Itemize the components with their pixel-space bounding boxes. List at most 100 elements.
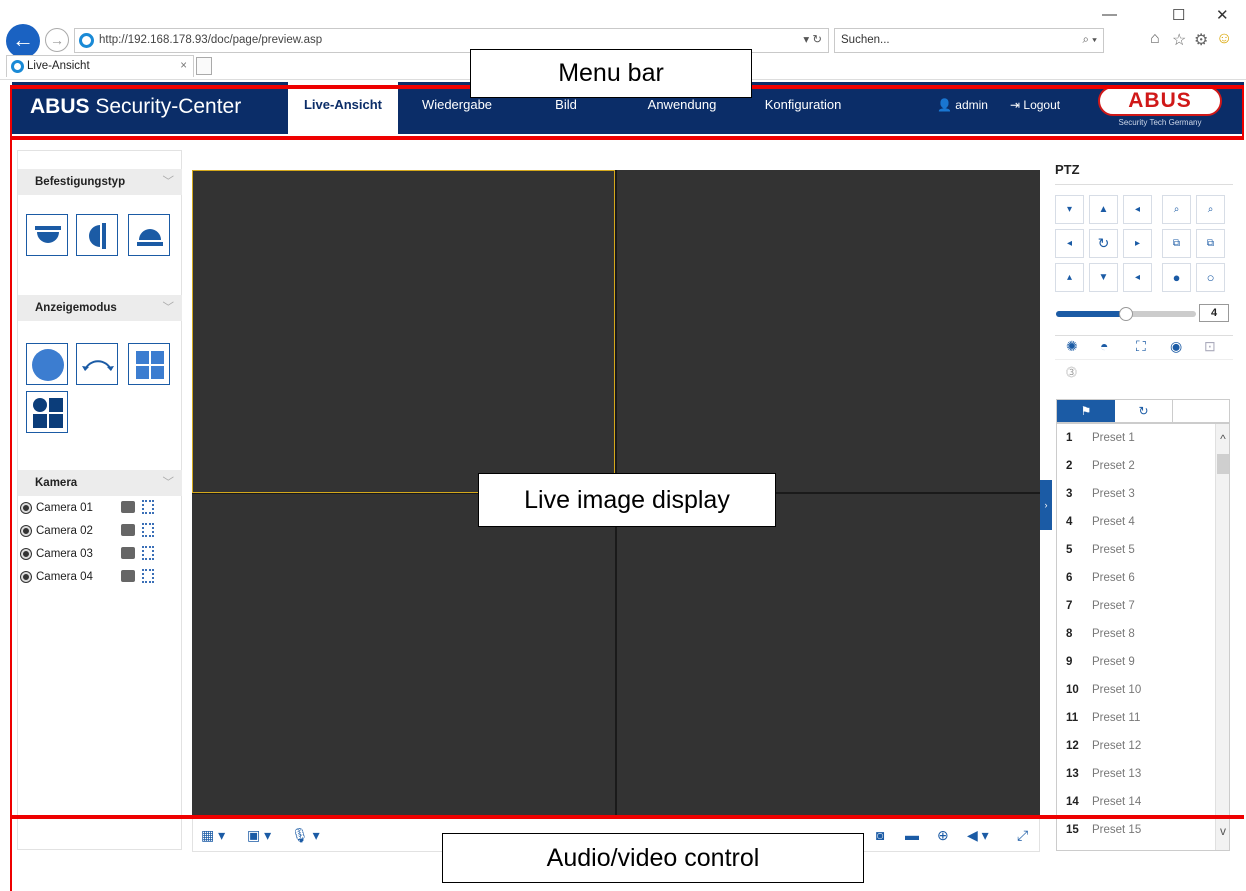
smiley-icon[interactable]: ☺ [1216,30,1232,48]
snapshot-camera-icon[interactable]: ◙ [876,827,884,843]
preset-item[interactable]: 2 Preset 2 [1057,452,1215,480]
ptz-speed-slider[interactable] [1056,307,1196,321]
preset-item[interactable]: 10 Preset 10 [1057,676,1215,704]
favorites-star-icon[interactable]: ☆ [1172,30,1186,50]
stream-settings-icon[interactable] [142,523,154,537]
video-pane-4[interactable] [617,494,1040,816]
scroll-up-icon[interactable]: ^ [1217,432,1229,446]
home-icon[interactable]: ⌂ [1150,30,1160,48]
digital-zoom-icon[interactable]: ⊕ [937,827,949,844]
preset-item[interactable]: 9 Preset 9 [1057,648,1215,676]
wall-mount-button[interactable] [76,214,118,256]
forward-arrow-icon[interactable]: → [45,28,69,52]
ptz-speed-knob[interactable] [1119,307,1133,321]
record-video-icon[interactable]: ▬ [905,827,919,843]
window-layout-icon[interactable]: ▦ ▾ [201,827,225,844]
iris-open-icon[interactable]: ● [1162,263,1191,292]
stream-settings-icon[interactable] [142,546,154,560]
preset-item[interactable]: 4 Preset 4 [1057,508,1215,536]
camera-item[interactable]: Camera 04 [18,566,182,588]
preset-item[interactable]: 3 Preset 3 [1057,480,1215,508]
scroll-down-icon[interactable]: v [1217,824,1229,838]
preset-item[interactable]: 13 Preset 13 [1057,760,1215,788]
browser-tab[interactable]: Live-Ansicht × [6,55,194,77]
ptz-down-right-button[interactable]: ◂ [1123,263,1152,292]
lens-init-icon[interactable]: ◉ [1170,338,1182,355]
video-pane-2[interactable] [617,170,1040,492]
ptz-up-button[interactable]: ▲ [1089,195,1118,224]
desk-mount-button[interactable] [128,214,170,256]
maximize-icon[interactable]: ☐ [1172,6,1185,24]
camera-item[interactable]: Camera 03 [18,543,182,565]
microphone-icon[interactable]: 🎙 ▾ [291,827,320,844]
refresh-icon[interactable]: ▾ ↻ [803,29,822,52]
ptz-auto-rotate-icon[interactable]: ↻ [1089,229,1118,258]
address-url: http://192.168.178.93/doc/page/preview.a… [99,34,323,46]
camera-status-icon [21,572,31,582]
preset-item[interactable]: 6 Preset 6 [1057,564,1215,592]
scroll-thumb[interactable] [1217,454,1229,474]
camera-header[interactable]: Kamera ﹀ [18,470,182,496]
display-mode-header[interactable]: Anzeigemodus ﹀ [18,295,182,321]
preset-item[interactable]: 7 Preset 7 [1057,592,1215,620]
stream-settings-icon[interactable] [142,500,154,514]
ptz-left-button[interactable]: ◂ [1055,229,1084,258]
ie-icon [11,60,24,73]
close-window-icon[interactable]: ✕ [1216,6,1229,24]
record-icon[interactable] [121,547,135,559]
stream-settings-icon[interactable] [142,569,154,583]
video-pane-1[interactable] [192,170,615,493]
new-tab-icon[interactable] [196,57,212,75]
mount-type-header[interactable]: Befestigungstyp ﹀ [18,169,182,195]
collapse-ptz-handle[interactable]: › [1040,480,1052,530]
ptz-up-right-button[interactable]: ◂ [1123,195,1152,224]
record-icon[interactable] [121,570,135,582]
zoom-in-icon[interactable]: ⌕ [1196,195,1225,224]
audio-mute-icon[interactable]: ◀ ▾ [967,827,989,844]
record-icon[interactable] [121,501,135,513]
iris-close-icon[interactable]: ○ [1196,263,1225,292]
close-tab-icon[interactable]: × [180,56,187,76]
camera-item[interactable]: Camera 01 [18,497,182,519]
fisheye-circle-icon [32,349,64,381]
tab-presets[interactable]: ⚑ [1057,400,1115,422]
preset-scrollbar[interactable]: ^ v [1215,424,1229,850]
back-arrow-icon[interactable]: ← [6,24,40,58]
light-icon[interactable]: ✺ [1066,338,1078,355]
video-pane-3[interactable] [192,494,615,816]
tab-patrols[interactable]: ↻ [1115,400,1173,422]
zoom-out-icon[interactable]: ⌕ [1162,195,1191,224]
minimize-icon[interactable]: — [1102,6,1117,23]
quad-mode-button[interactable] [128,343,170,385]
fisheye-mode-button[interactable] [26,343,68,385]
focus-far-icon[interactable]: ⧉ [1196,229,1225,258]
focus-near-icon[interactable]: ⧉ [1162,229,1191,258]
stream-type-icon[interactable]: ▣ ▾ [247,827,271,844]
menu-live-view[interactable]: Live-Ansicht [288,82,398,134]
preset-item[interactable]: 14 Preset 14 [1057,788,1215,816]
search-input[interactable]: Suchen... ⌕ ▾ [834,28,1104,53]
preset-item[interactable]: 11 Preset 11 [1057,704,1215,732]
auxiliary-focus-icon[interactable]: ⛶ [1136,338,1146,355]
ptz-down-left-button[interactable]: ▴ [1055,263,1084,292]
ceiling-mount-button[interactable] [26,214,68,256]
preset-item[interactable]: 15 Preset 15 [1057,816,1215,844]
menu-configuration[interactable]: Konfiguration [749,82,857,134]
preset-item[interactable]: 5 Preset 5 [1057,536,1215,564]
fisheye-quad-mode-button[interactable] [26,391,68,433]
manual-tracking-icon[interactable]: ⊡ [1204,338,1216,355]
record-icon[interactable] [121,524,135,536]
search-icon[interactable]: ⌕ ▾ [1083,29,1097,52]
settings-gear-icon[interactable]: ⚙ [1194,30,1208,50]
3d-zoom-icon[interactable]: ⓷ [1066,364,1077,380]
fullscreen-icon[interactable]: ⤢ [1017,827,1028,844]
preset-item[interactable]: 12 Preset 12 [1057,732,1215,760]
camera-item[interactable]: Camera 02 [18,520,182,542]
wiper-icon[interactable]: ◓ [1100,338,1108,354]
preset-item[interactable]: 1 Preset 1 [1057,424,1215,452]
panorama-mode-button[interactable] [76,343,118,385]
ptz-right-button[interactable]: ▸ [1123,229,1152,258]
ptz-down-button[interactable]: ▼ [1089,263,1118,292]
preset-item[interactable]: 8 Preset 8 [1057,620,1215,648]
ptz-up-left-button[interactable]: ▾ [1055,195,1084,224]
